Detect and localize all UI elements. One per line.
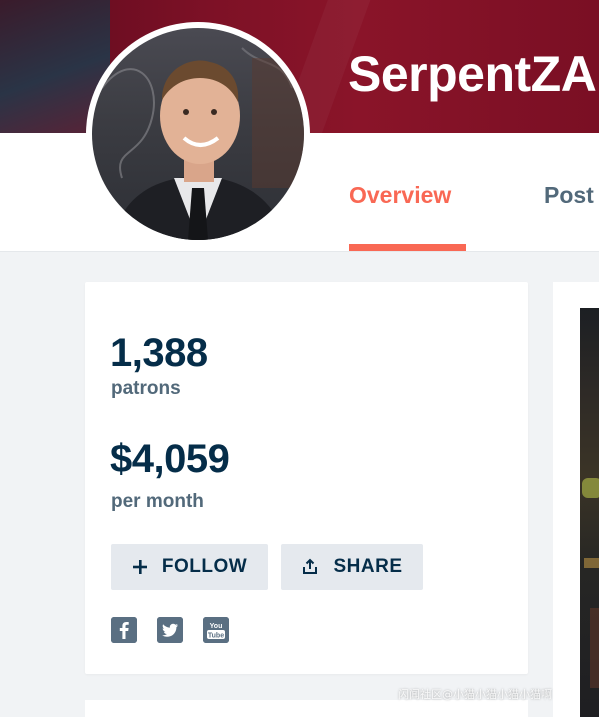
watermark: 闪闻社区@小猫小猫小猫小猫啊: [398, 688, 552, 701]
share-button[interactable]: SHARE: [281, 544, 423, 590]
featured-video-thumbnail[interactable]: [580, 308, 599, 717]
monthly-earnings: $4,059: [110, 437, 230, 481]
avatar-photo: [92, 28, 304, 240]
active-tab-indicator: [349, 244, 466, 251]
avatar-portrait-icon: [101, 47, 304, 240]
tab-posts[interactable]: Post: [544, 181, 594, 209]
monthly-earnings-label: per month: [111, 491, 204, 512]
patreon-creator-page: SerpentZA Overview Post 1,388 patrons $4…: [0, 0, 599, 717]
twitter-icon[interactable]: [157, 617, 183, 643]
follow-button[interactable]: FOLLOW: [111, 544, 268, 590]
patron-count: 1,388: [110, 331, 208, 375]
secondary-card: [85, 700, 528, 717]
youtube-icon[interactable]: You Tube: [203, 617, 229, 643]
facebook-icon[interactable]: [111, 617, 137, 643]
share-button-label: SHARE: [333, 556, 403, 577]
follow-button-label: FOLLOW: [161, 556, 248, 577]
plus-icon: [132, 560, 147, 574]
svg-text:Tube: Tube: [208, 633, 224, 640]
creator-name: SerpentZA: [348, 46, 597, 102]
stats-card: 1,388 patrons $4,059 per month FOLLOW SH…: [85, 282, 528, 674]
svg-text:You: You: [210, 623, 223, 630]
patron-count-label: patrons: [111, 378, 181, 399]
tab-overview[interactable]: Overview: [349, 181, 451, 209]
avatar[interactable]: [86, 22, 310, 246]
share-icon: [303, 558, 318, 574]
social-links: You Tube: [111, 617, 229, 643]
